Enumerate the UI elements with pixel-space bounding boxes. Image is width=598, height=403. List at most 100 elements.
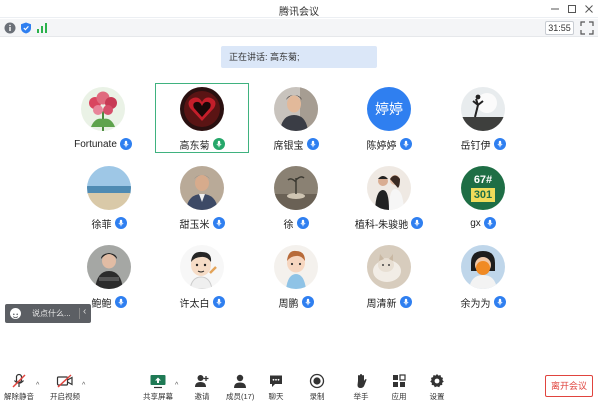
emoji-icon[interactable]	[10, 308, 21, 319]
microphone-icon	[493, 138, 506, 150]
maximize-button[interactable]	[565, 2, 579, 16]
participant-tile[interactable]: 徐	[250, 166, 342, 234]
microphone-icon	[493, 296, 506, 308]
speaking-banner: 正在讲话: 高东菊;	[221, 46, 377, 68]
participant-name: 陈婷婷	[366, 140, 397, 152]
participant-name-line: 徐菲	[63, 216, 155, 231]
avatar	[180, 87, 224, 131]
quick-chat-popup[interactable]: 说点什么... ‹	[5, 304, 91, 323]
avatar-text-bottom: 301	[470, 188, 496, 202]
microphone-icon	[306, 138, 319, 150]
chat-placeholder[interactable]: 说点什么...	[32, 308, 71, 319]
participant-name-line: 余为为	[437, 295, 529, 310]
info-icon[interactable]	[4, 22, 16, 34]
avatar-text-top: 67#	[473, 174, 493, 186]
participant-tile[interactable]: 鲍鲍	[63, 245, 155, 313]
participant-tile[interactable]: Fortunate	[57, 87, 149, 155]
invite-user-icon	[193, 373, 211, 389]
settings-button[interactable]: 设置	[428, 373, 446, 403]
participant-tile[interactable]: 席银宝	[250, 87, 342, 155]
participant-tile[interactable]: 67# 301 gx	[437, 166, 529, 234]
participant-tile[interactable]: 岳钉伊	[437, 87, 529, 155]
participant-name-line: 许太白	[156, 295, 248, 310]
participant-name-line: 陈婷婷	[343, 137, 435, 152]
bottom-toolbar: 解除静音 ^ 开启视频 ^ 共享屏幕 ^ 邀请 成员(17) 聊天 录制 举手 …	[0, 368, 598, 403]
avatar: 67# 301	[461, 166, 505, 210]
participant-name: 植科-朱骏驰	[354, 219, 409, 231]
unmute-button[interactable]: 解除静音	[4, 373, 34, 403]
participant-name: 徐菲	[91, 219, 112, 231]
record-button[interactable]: 录制	[308, 373, 326, 403]
microphone-icon	[212, 296, 225, 308]
microphone-icon	[411, 217, 424, 229]
avatar	[461, 87, 505, 131]
raise-hand-icon	[352, 373, 370, 389]
participant-tile[interactable]: 婷婷 陈婷婷	[343, 87, 435, 155]
avatar: 婷婷	[367, 87, 411, 131]
raise-hand-button[interactable]: 举手	[352, 373, 370, 403]
share-screen-icon	[149, 373, 167, 389]
shield-icon[interactable]	[20, 22, 32, 34]
microphone-icon	[483, 217, 496, 229]
participant-tile[interactable]: 余为为	[437, 245, 529, 313]
participant-tile[interactable]: 甜玉米	[156, 166, 248, 234]
share-screen-label: 共享屏幕	[143, 392, 173, 401]
participant-name-line: 植科-朱骏驰	[343, 216, 435, 231]
share-screen-button[interactable]: 共享屏幕	[143, 373, 173, 403]
minimize-button[interactable]	[548, 2, 562, 16]
microphone-icon	[399, 138, 412, 150]
participant-name: 高东菊	[179, 140, 210, 152]
collapse-arrow-icon[interactable]: ‹	[83, 306, 86, 317]
divider	[79, 308, 80, 319]
leave-meeting-button[interactable]: 离开会议	[545, 375, 593, 397]
participant-name-line: 岳钉伊	[437, 137, 529, 152]
participant-name-line: 高东菊	[156, 137, 248, 152]
start-video-button[interactable]: 开启视频	[50, 373, 80, 403]
close-button[interactable]	[582, 2, 596, 16]
participant-tile[interactable]: 植科-朱骏驰	[343, 166, 435, 234]
apps-button[interactable]: 应用	[390, 373, 408, 403]
participant-name: 周清新	[366, 298, 397, 310]
audio-options-chevron-icon[interactable]: ^	[36, 382, 39, 389]
microphone-icon	[114, 217, 127, 229]
microphone-icon	[114, 296, 127, 308]
avatar	[180, 245, 224, 289]
participant-name-line: Fortunate	[57, 137, 149, 151]
participant-name: 余为为	[460, 298, 491, 310]
raise-hand-label: 举手	[353, 392, 369, 401]
participant-name: 徐	[283, 219, 294, 231]
avatar	[81, 87, 125, 131]
participant-tile[interactable]: 许太白	[156, 245, 248, 313]
avatar	[274, 87, 318, 131]
participant-tile[interactable]: 周清新	[343, 245, 435, 313]
participant-name: 周鹏	[278, 298, 299, 310]
start-video-label: 开启视频	[50, 392, 80, 401]
participant-name: 鲍鲍	[91, 298, 112, 310]
members-button[interactable]: 成员(17)	[226, 373, 254, 403]
participant-name-line: 甜玉米	[156, 216, 248, 231]
members-icon	[231, 373, 249, 389]
participant-name-line: 席银宝	[250, 137, 342, 152]
members-label: 成员(17)	[226, 392, 255, 401]
participant-tile[interactable]: 周鹏	[250, 245, 342, 313]
microphone-icon	[296, 217, 309, 229]
chat-button[interactable]: 聊天	[267, 373, 285, 403]
invite-button[interactable]: 邀请	[193, 373, 211, 403]
avatar	[367, 245, 411, 289]
meeting-timer: 31:55	[545, 21, 574, 35]
participant-tile-active-speaker[interactable]: 高东菊	[155, 83, 249, 153]
apps-label: 应用	[391, 392, 407, 401]
participant-name-line: 周清新	[343, 295, 435, 310]
record-icon	[308, 373, 326, 389]
fullscreen-icon[interactable]	[580, 21, 594, 35]
gear-icon	[428, 373, 446, 389]
title-bar: 腾讯会议	[0, 0, 598, 18]
share-options-chevron-icon[interactable]: ^	[175, 382, 178, 389]
settings-label: 设置	[429, 392, 445, 401]
video-options-chevron-icon[interactable]: ^	[82, 382, 85, 389]
maximize-icon	[568, 5, 576, 13]
participant-tile[interactable]: 徐菲	[63, 166, 155, 234]
invite-label: 邀请	[194, 392, 210, 401]
participant-name: 甜玉米	[179, 219, 210, 231]
signal-icon[interactable]	[36, 22, 48, 34]
